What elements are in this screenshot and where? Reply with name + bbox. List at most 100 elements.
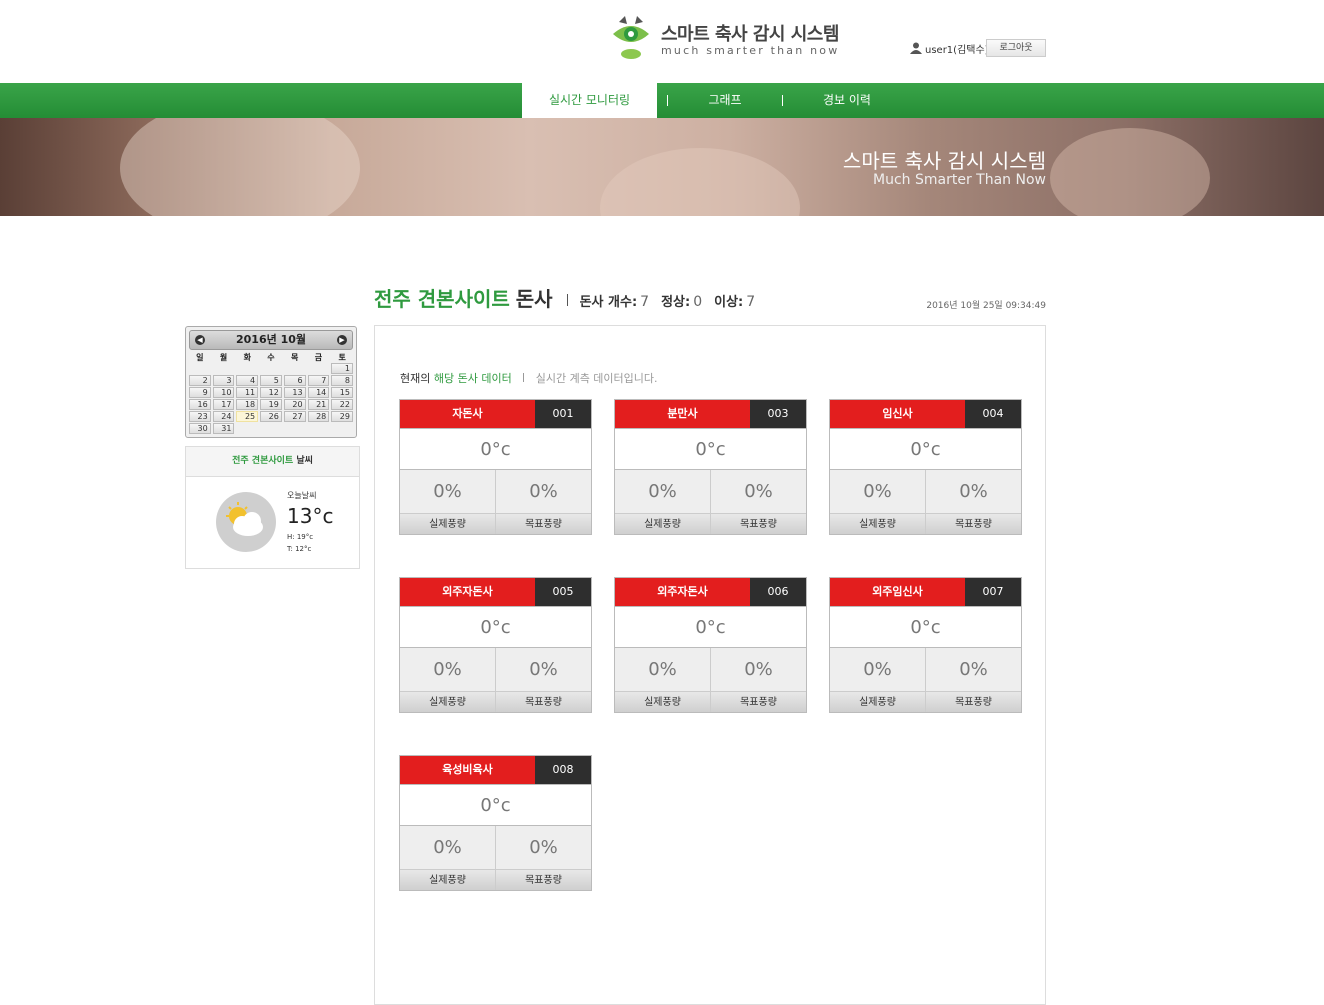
calendar-empty-cell [260, 363, 282, 374]
nav-alarm-history[interactable]: 경보 이력 [810, 83, 884, 118]
calendar-day[interactable]: 14 [307, 387, 330, 398]
header: 스마트 축사 감시 시스템 much smarter than now user… [0, 0, 1324, 83]
user-name: user1(김택수) [925, 44, 989, 56]
weather-head-suffix: 날씨 [296, 456, 313, 466]
panel-intro: 현재의 해당 돈사 데이터 실시간 계측 데이터입니다. [400, 370, 658, 386]
barn-temperature: 0°c [830, 428, 1021, 470]
barn-code: 008 [535, 756, 591, 784]
calendar-day[interactable]: 20 [283, 399, 306, 410]
banner-title: 스마트 축사 감시 시스템 [842, 149, 1046, 173]
normal-count-label: 정상: [661, 295, 691, 310]
intro-note: 실시간 계측 데이터입니다. [535, 372, 658, 385]
actual-airflow-label: 실제풍량 [615, 513, 711, 534]
barn-name: 육성비육사 [400, 756, 535, 784]
calendar-day[interactable]: 12 [260, 387, 282, 398]
calendar-day[interactable]: 6 [283, 375, 306, 386]
calendar-day[interactable]: 21 [307, 399, 330, 410]
barn-card[interactable]: 외주자돈사 005 0°c 0% 0% 실제풍량 목표풍량 [399, 577, 592, 713]
calendar-day[interactable]: 10 [212, 387, 235, 398]
calendar-widget: ◀ 2016년 10월 ▶ 일 월 화 수 목 금 토 1 2 3 4 5 6 7 8 9 10 11 12 13 14… [185, 326, 357, 438]
prev-month-icon[interactable]: ◀ [195, 335, 205, 345]
calendar-day[interactable]: 28 [307, 411, 330, 422]
barn-card[interactable]: 분만사 003 0°c 0% 0% 실제풍량 목표풍량 [614, 399, 807, 535]
calendar-weekday: 금 [314, 353, 323, 362]
calendar-day[interactable]: 27 [283, 411, 306, 422]
barn-name: 임신사 [830, 400, 965, 428]
calendar-day[interactable]: 19 [260, 399, 282, 410]
barn-card[interactable]: 외주임신사 007 0°c 0% 0% 실제풍량 목표풍량 [829, 577, 1022, 713]
calendar-day[interactable]: 7 [307, 375, 330, 386]
calendar-weekday: 목 [291, 353, 299, 362]
target-airflow-label: 목표풍량 [926, 513, 1021, 534]
intro-prefix: 현재의 [400, 372, 431, 385]
calendar-day[interactable]: 11 [236, 387, 259, 398]
weather-low: T: 12°c [287, 545, 312, 553]
barn-temperature: 0°c [400, 428, 591, 470]
calendar-day[interactable]: 15 [331, 387, 353, 398]
barn-temperature: 0°c [400, 784, 591, 826]
calendar-header: ◀ 2016년 10월 ▶ [189, 330, 353, 350]
barn-name: 외주자돈사 [400, 578, 535, 606]
pig-eye-logo-icon [613, 16, 649, 59]
logo[interactable]: 스마트 축사 감시 시스템 much smarter than now [607, 14, 839, 64]
weather-temperature: 13°c [287, 504, 334, 528]
next-month-icon[interactable]: ▶ [337, 335, 347, 345]
calendar-empty-cell [284, 363, 306, 374]
calendar-day[interactable]: 29 [331, 411, 353, 422]
actual-airflow-label: 실제풍량 [400, 691, 496, 712]
calendar-day[interactable]: 8 [331, 375, 353, 386]
barn-code: 004 [965, 400, 1021, 428]
calendar-weekday: 토 [338, 353, 346, 362]
calendar-day[interactable]: 5 [260, 375, 282, 386]
calendar-title: 2016년 10월 [236, 333, 306, 346]
actual-airflow-label: 실제풍량 [615, 691, 711, 712]
target-airflow-value: 0% [926, 470, 1021, 513]
barn-card[interactable]: 외주자돈사 006 0°c 0% 0% 실제풍량 목표풍량 [614, 577, 807, 713]
nav-divider [667, 95, 668, 106]
actual-airflow-value: 0% [400, 648, 496, 691]
actual-airflow-label: 실제풍량 [830, 691, 926, 712]
barn-card[interactable]: 육성비육사 008 0°c 0% 0% 실제풍량 목표풍량 [399, 755, 592, 891]
target-airflow-value: 0% [711, 470, 806, 513]
barn-temperature: 0°c [615, 428, 806, 470]
calendar-day[interactable]: 3 [212, 375, 235, 386]
calendar-day[interactable]: 18 [236, 399, 259, 410]
nav-graph[interactable]: 그래프 [690, 83, 760, 118]
calendar-day[interactable]: 1 [331, 363, 353, 374]
site-suffix: 돈사 [515, 287, 553, 311]
logo-title: 스마트 축사 감시 시스템 [661, 24, 839, 45]
banner-photo-shape [600, 148, 800, 216]
main-nav: 실시간 모니터링 그래프 경보 이력 [0, 83, 1324, 118]
calendar-day[interactable]: 22 [331, 399, 353, 410]
nav-realtime-monitoring[interactable]: 실시간 모니터링 [522, 83, 657, 118]
current-datetime: 2016년 10월 25일 09:34:49 [926, 301, 1046, 311]
calendar-day[interactable]: 16 [189, 399, 211, 410]
calendar-day[interactable]: 4 [236, 375, 259, 386]
calendar-weekday: 화 [243, 353, 251, 362]
calendar-day[interactable]: 30 [189, 423, 211, 434]
calendar-day[interactable]: 9 [189, 387, 211, 398]
calendar-day[interactable]: 13 [283, 387, 306, 398]
abnormal-count-label: 이상: [714, 295, 744, 310]
calendar-day[interactable]: 17 [212, 399, 235, 410]
target-airflow-value: 0% [926, 648, 1021, 691]
calendar-day-today[interactable]: 25 [236, 411, 259, 422]
barn-code: 005 [535, 578, 591, 606]
target-airflow-value: 0% [496, 826, 591, 869]
nav-divider [782, 95, 783, 106]
calendar-day[interactable]: 26 [260, 411, 282, 422]
barn-card[interactable]: 임신사 004 0°c 0% 0% 실제풍량 목표풍량 [829, 399, 1022, 535]
logout-button[interactable]: 로그아웃 [986, 39, 1046, 57]
logo-subtitle: much smarter than now [661, 44, 840, 57]
target-airflow-label: 목표풍량 [496, 869, 591, 890]
target-airflow-value: 0% [711, 648, 806, 691]
barn-card[interactable]: 자돈사 001 0°c 0% 0% 실제풍량 목표풍량 [399, 399, 592, 535]
calendar-day[interactable]: 23 [189, 411, 211, 422]
calendar-day[interactable]: 24 [212, 411, 235, 422]
calendar-day[interactable]: 2 [189, 375, 211, 386]
calendar-empty-cell [236, 363, 258, 374]
actual-airflow-label: 실제풍량 [830, 513, 926, 534]
barn-temperature: 0°c [400, 606, 591, 648]
calendar-day[interactable]: 31 [212, 423, 235, 434]
barn-count-label: 돈사 개수: [579, 295, 638, 310]
